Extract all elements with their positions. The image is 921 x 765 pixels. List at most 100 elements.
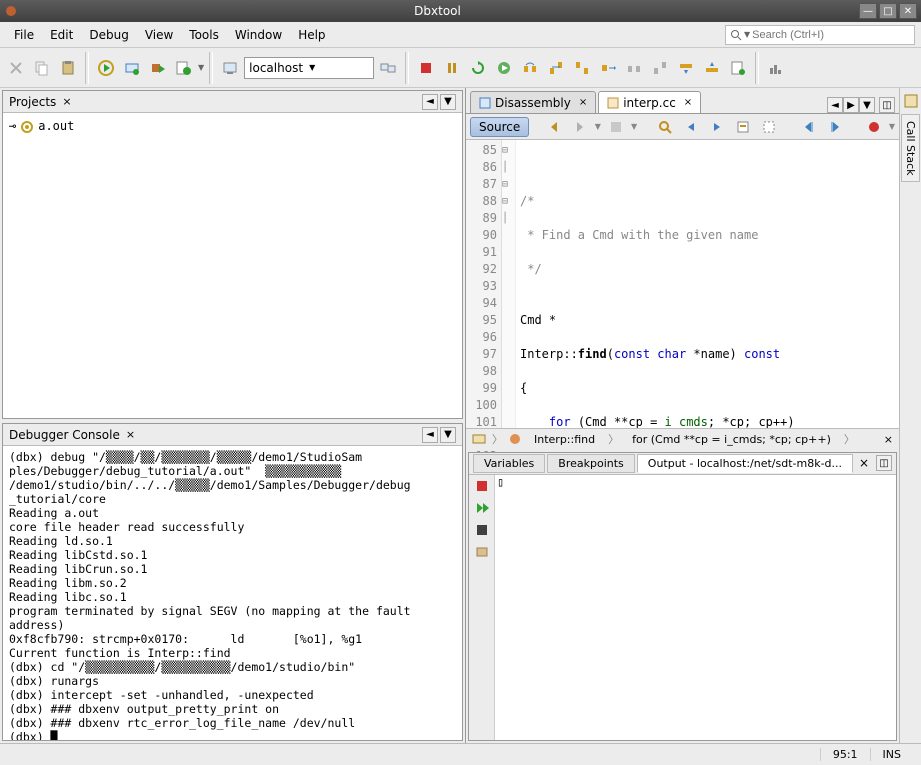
debug-executable-button[interactable] bbox=[172, 56, 196, 80]
make-callee-current-button[interactable] bbox=[700, 56, 724, 80]
search-icon bbox=[730, 29, 742, 41]
menu-debug[interactable]: Debug bbox=[81, 25, 136, 45]
continue-button[interactable] bbox=[492, 56, 516, 80]
breadcrumb-nav-icon[interactable] bbox=[472, 432, 486, 446]
step-over-button[interactable] bbox=[518, 56, 542, 80]
output-stop-button[interactable] bbox=[475, 479, 489, 493]
code-text[interactable]: /* * Find a Cmd with the given name */ C… bbox=[516, 140, 899, 428]
menu-view[interactable]: View bbox=[137, 25, 181, 45]
tab-scroll-left-button[interactable]: ◄ bbox=[827, 97, 843, 113]
editor-toolbar: Source ▼ ▼ bbox=[466, 114, 899, 140]
breadcrumb-sep-icon: 〉 bbox=[608, 431, 619, 447]
copy-button[interactable] bbox=[30, 56, 54, 80]
tab-disassembly[interactable]: Disassembly × bbox=[470, 91, 596, 113]
search-input[interactable] bbox=[752, 29, 902, 41]
console-output[interactable]: (dbx) debug "/▒▒▒▒/▒▒/▒▒▒▒▒▒▒/▒▒▒▒▒/demo… bbox=[3, 446, 462, 740]
pause-button[interactable] bbox=[440, 56, 464, 80]
options-dropdown-icon[interactable]: ▼ bbox=[631, 122, 637, 131]
projects-prev-button[interactable]: ◄ bbox=[422, 94, 438, 110]
tree-expander-icon[interactable]: ⊸ bbox=[9, 119, 16, 134]
tab-breakpoints[interactable]: Breakpoints bbox=[547, 454, 635, 473]
projects-next-button[interactable]: ▼ bbox=[440, 94, 456, 110]
output-wrap-button[interactable] bbox=[475, 523, 489, 537]
stop-button[interactable] bbox=[414, 56, 438, 80]
breadcrumb-function[interactable]: Interp::find bbox=[527, 430, 602, 449]
toggle-breakpoint-button[interactable] bbox=[726, 56, 750, 80]
tab-interp-close-icon[interactable]: × bbox=[684, 97, 692, 108]
restart-button[interactable] bbox=[466, 56, 490, 80]
chevron-down-icon[interactable]: ▼ bbox=[309, 63, 369, 72]
run-to-cursor-button[interactable] bbox=[596, 56, 620, 80]
console-prev-button[interactable]: ◄ bbox=[422, 427, 438, 443]
maximize-button[interactable]: □ bbox=[879, 3, 897, 19]
output-rerun-button[interactable] bbox=[475, 501, 489, 515]
breadcrumb-statement[interactable]: for (Cmd **cp = i_cmds; *cp; cp++) bbox=[625, 430, 838, 449]
host-combo[interactable]: localhost ▼ bbox=[244, 57, 374, 79]
console-next-button[interactable]: ▼ bbox=[440, 427, 456, 443]
shift-left-button[interactable] bbox=[798, 115, 820, 139]
step-over-expr-button[interactable] bbox=[622, 56, 646, 80]
menu-edit[interactable]: Edit bbox=[42, 25, 81, 45]
side-panels-button[interactable] bbox=[904, 94, 918, 108]
maximize-editor-button[interactable]: ◫ bbox=[879, 97, 895, 113]
macro-dropdown-icon[interactable]: ▼ bbox=[889, 122, 895, 131]
projects-close-icon[interactable]: × bbox=[62, 95, 71, 108]
start-macro-record-button[interactable] bbox=[863, 115, 885, 139]
call-stack-tab[interactable]: Call Stack bbox=[901, 114, 920, 182]
tab-output[interactable]: Output - localhost:/net/sdt-m8k-d... bbox=[637, 454, 853, 473]
history-dropdown-icon[interactable]: ▼ bbox=[595, 122, 601, 131]
source-button[interactable]: Source bbox=[470, 117, 529, 137]
code-editor[interactable]: 8586878889909192939495969798991001011021… bbox=[466, 140, 899, 428]
tab-output-close-icon[interactable]: × bbox=[859, 456, 869, 470]
cut-button[interactable] bbox=[4, 56, 28, 80]
paste-button[interactable] bbox=[56, 56, 80, 80]
search-box[interactable]: ▼ bbox=[725, 25, 915, 45]
minimize-button[interactable]: — bbox=[859, 3, 877, 19]
menu-window[interactable]: Window bbox=[227, 25, 290, 45]
tab-list-button[interactable]: ▼ bbox=[859, 97, 875, 113]
breadcrumb-close-icon[interactable]: × bbox=[884, 433, 893, 446]
tab-scroll-right-button[interactable]: ▶ bbox=[843, 97, 859, 113]
shift-right-button[interactable] bbox=[824, 115, 846, 139]
toggle-bookmark-button[interactable] bbox=[758, 115, 780, 139]
output-settings-button[interactable] bbox=[475, 545, 489, 559]
tab-disassembly-label: Disassembly bbox=[495, 96, 571, 110]
tab-variables[interactable]: Variables bbox=[473, 454, 545, 473]
step-into-button[interactable] bbox=[544, 56, 568, 80]
debug-project-button[interactable] bbox=[94, 56, 118, 80]
menu-help[interactable]: Help bbox=[290, 25, 333, 45]
output-maximize-button[interactable]: ◫ bbox=[876, 455, 892, 471]
find-selection-button[interactable] bbox=[654, 115, 676, 139]
make-caller-current-button[interactable] bbox=[674, 56, 698, 80]
connect-host-button[interactable] bbox=[376, 56, 400, 80]
breadcrumb-sep-icon: 〉 bbox=[844, 431, 855, 447]
find-next-button[interactable] bbox=[706, 115, 728, 139]
debug-core-button[interactable] bbox=[146, 56, 170, 80]
menu-file[interactable]: File bbox=[6, 25, 42, 45]
project-tree-root[interactable]: ⊸ a.out bbox=[9, 117, 456, 136]
output-side-toolbar bbox=[469, 475, 495, 741]
profile-button[interactable] bbox=[764, 56, 788, 80]
output-cursor: ▯ bbox=[495, 473, 506, 491]
tab-disassembly-close-icon[interactable]: × bbox=[579, 97, 587, 108]
debug-dropdown-icon[interactable]: ▼ bbox=[198, 63, 204, 72]
tab-interp-cc[interactable]: interp.cc × bbox=[598, 91, 701, 113]
fold-gutter[interactable]: ⊟│⊟⊟│ bbox=[502, 140, 516, 428]
step-into-expr-button[interactable] bbox=[648, 56, 672, 80]
status-cursor-position: 95:1 bbox=[820, 748, 870, 761]
editor-options-button[interactable] bbox=[605, 115, 627, 139]
history-back-button[interactable] bbox=[543, 115, 565, 139]
history-forward-button[interactable] bbox=[569, 115, 591, 139]
step-out-button[interactable] bbox=[570, 56, 594, 80]
console-close-icon[interactable]: × bbox=[126, 428, 135, 441]
menu-tools[interactable]: Tools bbox=[181, 25, 227, 45]
console-title: Debugger Console bbox=[9, 428, 120, 442]
search-dropdown-icon[interactable]: ▼ bbox=[744, 30, 750, 39]
toggle-highlight-button[interactable] bbox=[732, 115, 754, 139]
tab-interp-label: interp.cc bbox=[623, 96, 676, 110]
find-previous-button[interactable] bbox=[680, 115, 702, 139]
line-number-gutter[interactable]: 8586878889909192939495969798991001011021… bbox=[466, 140, 502, 428]
attach-debugger-button[interactable] bbox=[120, 56, 144, 80]
output-body[interactable]: ▯ bbox=[495, 475, 896, 741]
close-window-button[interactable]: ✕ bbox=[899, 3, 917, 19]
